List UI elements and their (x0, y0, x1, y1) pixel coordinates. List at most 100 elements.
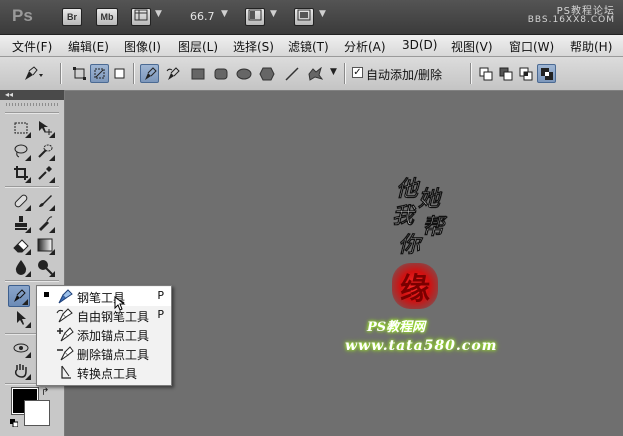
panel-grip[interactable] (6, 103, 58, 106)
crop-icon (14, 166, 28, 180)
paths-mode-button[interactable] (90, 64, 109, 83)
grid-icon (134, 9, 148, 21)
menu-layer[interactable]: 图层(L) (178, 38, 218, 55)
screen-mode-icon (297, 9, 311, 21)
menu-image[interactable]: 图像(I) (124, 38, 161, 55)
calligraphy-char: 你 (398, 232, 424, 258)
pen-icon (14, 289, 26, 302)
extras-button[interactable] (131, 8, 151, 26)
pen-icon (25, 65, 43, 80)
dodge-icon (38, 260, 53, 275)
freeform-pen-option[interactable] (163, 64, 182, 83)
healing-brush-tool[interactable] (10, 190, 32, 212)
menu-edit[interactable]: 编辑(E) (68, 38, 109, 55)
hand-tool[interactable] (10, 359, 32, 381)
shape-layers-button[interactable] (70, 64, 89, 83)
freeform-pen-icon (166, 66, 180, 80)
polygon-option[interactable] (257, 64, 276, 83)
rectangle-shape-option[interactable] (188, 64, 207, 83)
intersect-path-areas-button[interactable] (516, 64, 535, 83)
mouse-cursor-icon (114, 296, 126, 311)
marquee-tool[interactable] (10, 117, 32, 139)
screen-mode-button[interactable] (294, 8, 314, 26)
separator (344, 63, 346, 84)
line-option[interactable] (282, 64, 301, 83)
hand-icon (14, 364, 27, 378)
clone-stamp-tool[interactable] (10, 212, 32, 234)
flyout-item-delete-anchor-point-tool[interactable]: 删除锚点工具 (37, 344, 171, 363)
menu-select[interactable]: 选择(S) (233, 38, 274, 55)
screen-mode-dropdown-icon[interactable]: ▼ (319, 9, 326, 19)
history-brush-icon (39, 216, 53, 231)
menu-filter[interactable]: 滤镜(T) (288, 38, 329, 55)
gradient-tool[interactable] (34, 234, 56, 256)
menu-window[interactable]: 窗口(W) (509, 38, 554, 55)
combine-icon (479, 67, 492, 80)
flyout-item-convert-point-tool[interactable]: 转换点工具 (37, 363, 171, 382)
convert-point-icon (61, 365, 71, 379)
arrange-dropdown-icon[interactable]: ▼ (270, 9, 277, 19)
mini-bridge-button[interactable]: Mb (96, 8, 118, 26)
menu-3d[interactable]: 3D(D) (402, 38, 437, 52)
pen-tool[interactable] (8, 285, 30, 307)
collapse-panel-icon[interactable]: ◂◂ (5, 90, 13, 100)
fill-pixels-button[interactable] (110, 64, 129, 83)
selected-bullet-icon (44, 292, 49, 297)
delete-anchor-icon (57, 346, 74, 361)
arrange-documents-button[interactable] (245, 8, 265, 26)
zoom-dropdown-icon[interactable]: ▼ (221, 9, 228, 19)
subtract-path-area-button[interactable] (496, 64, 515, 83)
flyout-item-add-anchor-point-tool[interactable]: 添加锚点工具 (37, 325, 171, 344)
blur-tool[interactable] (10, 256, 32, 278)
move-tool[interactable] (34, 117, 56, 139)
history-brush-tool[interactable] (34, 212, 56, 234)
tool-preset-picker[interactable] (20, 64, 46, 83)
eraser-tool[interactable] (10, 234, 32, 256)
crop-tool[interactable] (10, 162, 32, 184)
menu-file[interactable]: 文件(F) (12, 38, 52, 55)
extras-dropdown-icon[interactable]: ▼ (155, 9, 162, 19)
bridge-button[interactable]: Br (62, 8, 82, 26)
background-color-swatch[interactable] (24, 400, 50, 426)
red-seal-stamp: 缘 (392, 263, 438, 309)
ellipse-option[interactable] (234, 64, 253, 83)
3d-rotate-icon (13, 343, 29, 353)
default-colors-icon[interactable] (10, 419, 18, 427)
separator (133, 63, 135, 84)
swap-colors-icon[interactable]: ↱ (41, 387, 49, 398)
separator (60, 63, 62, 84)
tools-panel-header[interactable]: ◂◂ (0, 90, 64, 100)
arrow-icon (17, 311, 26, 325)
subtract-icon (499, 67, 512, 80)
3d-rotate-tool[interactable] (10, 337, 32, 359)
auto-add-delete-checkbox[interactable]: ✓ (352, 67, 363, 78)
lasso-tool[interactable] (10, 140, 32, 162)
exclude-overlapping-button[interactable] (537, 64, 556, 83)
separator (5, 112, 59, 114)
menu-analysis[interactable]: 分析(A) (344, 38, 386, 55)
separator (5, 280, 59, 282)
auto-add-delete-label[interactable]: 自动添加/删除 (366, 66, 442, 83)
pen-icon (58, 289, 73, 304)
shape-dropdown-icon[interactable]: ▼ (330, 67, 337, 77)
fill-pixels-icon (114, 68, 125, 79)
add-anchor-icon (57, 327, 74, 342)
custom-shape-option[interactable] (305, 64, 324, 83)
menu-view[interactable]: 视图(V) (451, 38, 493, 55)
dodge-tool[interactable] (34, 256, 56, 278)
brush-tool[interactable] (34, 190, 56, 212)
add-to-path-area-button[interactable] (476, 64, 495, 83)
flyout-item-pen-tool[interactable]: 钢笔工具 P (37, 287, 171, 306)
rounded-rectangle-option[interactable] (211, 64, 230, 83)
watermark-site-url: BBS.16XX8.COM (527, 15, 615, 25)
menu-help[interactable]: 帮助(H) (570, 38, 612, 55)
path-selection-tool[interactable] (10, 307, 32, 329)
calligraphy-char: 她 (418, 186, 443, 212)
quick-selection-tool[interactable] (34, 140, 56, 162)
zoom-level[interactable]: 66.7 (190, 10, 215, 23)
pen-tool-option[interactable] (140, 64, 159, 83)
flyout-item-freeform-pen-tool[interactable]: 自由钢笔工具 P (37, 306, 171, 325)
rounded-rectangle-icon (214, 68, 227, 79)
custom-shape-icon (307, 66, 323, 81)
eyedropper-tool[interactable] (34, 162, 56, 184)
